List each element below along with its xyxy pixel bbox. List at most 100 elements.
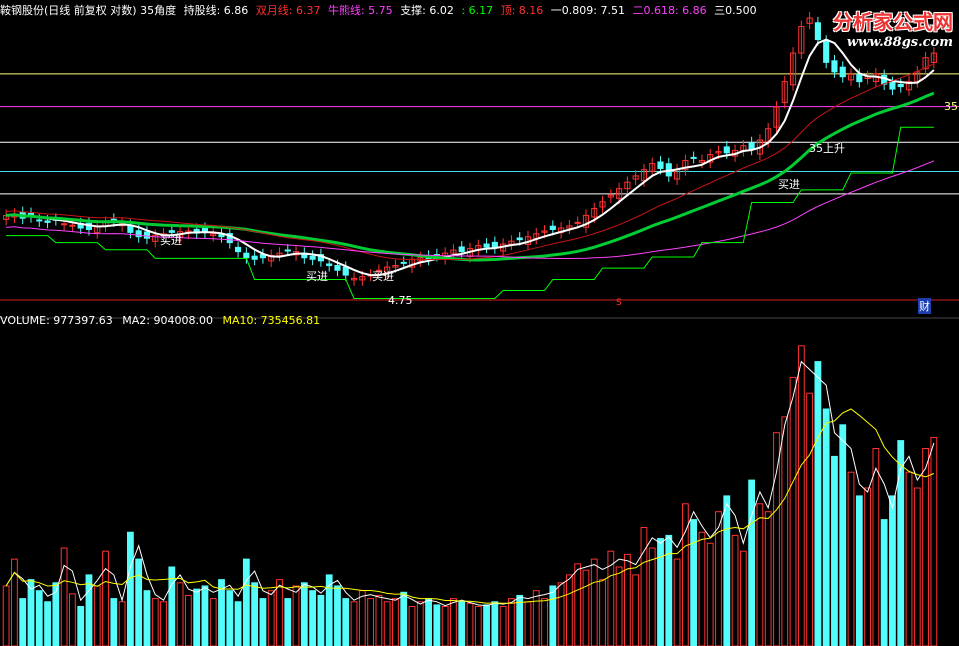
buy-signal-2: 买进 — [306, 270, 328, 283]
volume-bar — [143, 590, 151, 646]
volume-bar — [698, 531, 706, 646]
volume-bar — [673, 558, 681, 646]
volume-bar — [102, 550, 109, 646]
candle-body — [326, 263, 333, 267]
volume-bar — [690, 519, 698, 646]
candle-body — [814, 22, 821, 41]
volume-bar — [367, 598, 375, 646]
finance-badge[interactable]: 财 — [918, 298, 931, 314]
volume-bar — [201, 585, 209, 646]
volume-bar — [259, 598, 267, 646]
volume-bar — [375, 594, 383, 646]
header-item-6: 顶: 8.16 — [500, 4, 544, 17]
volume-bar — [441, 606, 449, 646]
volume-bar — [69, 593, 76, 646]
volume-bar — [557, 582, 565, 646]
volume-bar — [756, 503, 764, 646]
header-item-8: 二0.618: 6.86 — [632, 4, 707, 17]
volume-bar — [416, 601, 424, 646]
volume-bar — [748, 479, 756, 646]
volume-bar — [44, 601, 51, 646]
candle-body — [823, 40, 830, 63]
volume-bar — [615, 566, 623, 646]
site-watermark: 分析家公式网 www.88gs.com — [833, 6, 953, 50]
volume-bar — [524, 601, 532, 646]
volume-bar — [276, 579, 283, 646]
volume-bar — [466, 602, 474, 646]
volume-bar — [300, 582, 308, 646]
volume-bar — [922, 448, 929, 646]
volume-bar — [309, 590, 317, 646]
candle-body — [400, 261, 407, 264]
volume-bar — [483, 604, 490, 646]
volume-bar — [640, 527, 648, 646]
candle-body — [36, 219, 43, 222]
candle-body — [243, 252, 250, 259]
volume-bar — [350, 601, 358, 646]
header-item-3: 牛熊线: 5.75 — [327, 4, 393, 17]
volume-bar — [226, 590, 234, 646]
volume-bar — [822, 408, 830, 646]
volume-bar — [789, 376, 797, 646]
volume-bar — [450, 598, 457, 646]
support-step-line — [6, 126, 934, 299]
candle-body — [748, 142, 755, 150]
buy-signal-1: 买进 — [160, 234, 182, 247]
candle-body — [143, 231, 151, 239]
volume-bar — [930, 436, 938, 646]
volume-ma2: MA2: 904008.00 — [122, 314, 213, 327]
volume-ma2-line — [5, 360, 935, 607]
volume-bar — [565, 574, 573, 646]
volume-bar — [284, 598, 292, 646]
candle-body — [839, 66, 846, 78]
candle-body — [690, 156, 697, 159]
volume-bar — [160, 601, 167, 646]
volume-bar — [797, 345, 805, 646]
volume-bar — [458, 601, 466, 646]
watermark-url: www.88gs.com — [846, 35, 953, 50]
volume-bar — [292, 585, 300, 646]
volume-bar — [242, 558, 250, 646]
volume-value: VOLUME: 977397.63 — [0, 314, 113, 327]
volume-ma10-line — [5, 408, 935, 604]
candle-body — [516, 237, 523, 241]
volume-bar — [267, 590, 275, 646]
header-item-5: : 6.17 — [461, 4, 494, 17]
candle-body — [549, 225, 556, 230]
volume-bar — [400, 591, 408, 646]
volume-bar — [209, 598, 217, 646]
ma-white-line — [6, 38, 935, 277]
candle-body — [831, 60, 838, 73]
candle-body — [44, 220, 51, 223]
volume-bar — [2, 585, 10, 646]
price-header: 鞍钢股份(日线 前复权 对数) 35角度 持股线: 6.86 双月线: 6.37… — [0, 2, 761, 18]
volume-bar — [781, 416, 789, 646]
volume-bar — [549, 585, 557, 646]
volume-bar — [814, 361, 822, 646]
volume-bar — [532, 590, 540, 646]
volume-bar — [60, 547, 68, 646]
volume-bar — [582, 569, 590, 646]
volume-bar — [872, 448, 880, 646]
volume-bar — [176, 582, 184, 646]
volume-bar — [764, 511, 772, 646]
volume-bar — [126, 531, 134, 646]
up35-label: 35上升 — [809, 142, 845, 155]
volume-bar — [342, 598, 350, 646]
volume-bar — [135, 558, 143, 646]
volume-bar — [574, 563, 582, 646]
volume-bar — [905, 471, 913, 646]
volume-bar — [632, 574, 640, 646]
candle-body — [61, 223, 68, 226]
volume-bar — [839, 424, 847, 646]
candle-body — [342, 266, 349, 276]
candle-body — [483, 243, 490, 248]
volume-bar — [623, 553, 631, 646]
volume-bar — [723, 495, 731, 646]
volume-bar — [358, 590, 366, 646]
volume-bar — [648, 547, 656, 646]
volume-bar — [193, 588, 201, 646]
volume-bar — [731, 534, 739, 646]
volume-bar — [85, 574, 93, 646]
volume-bar — [383, 601, 391, 646]
